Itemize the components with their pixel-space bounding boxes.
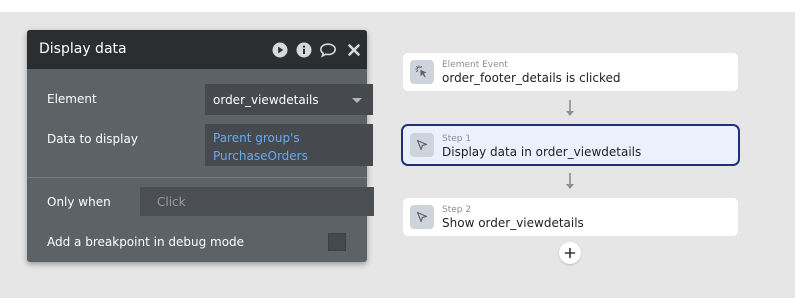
- comment-icon[interactable]: [319, 41, 337, 59]
- plus-icon: [564, 247, 576, 259]
- breakpoint-checkbox[interactable]: [328, 233, 346, 251]
- step-2-text: Show order_viewdetails: [442, 216, 584, 230]
- only-when-input[interactable]: Click: [140, 187, 374, 216]
- step-1-text: Display data in order_viewdetails: [442, 145, 642, 159]
- data-to-display-label: Data to display: [47, 132, 138, 146]
- only-when-placeholder: Click: [157, 195, 186, 209]
- arrow-down-icon: [566, 100, 574, 116]
- step-1-card[interactable]: Step 1 Display data in order_viewdetails: [401, 124, 740, 166]
- breakpoint-label: Add a breakpoint in debug mode: [47, 235, 245, 249]
- element-dropdown[interactable]: order_viewdetails: [205, 84, 373, 115]
- step-1-kind: Step 1: [442, 134, 472, 144]
- event-card[interactable]: Element Event order_footer_details is cl…: [403, 53, 738, 91]
- click-icon: [410, 60, 434, 84]
- chevron-down-icon: [352, 98, 362, 103]
- element-dropdown-value: order_viewdetails: [213, 93, 319, 107]
- cursor-icon: [410, 133, 434, 157]
- divider: [27, 177, 367, 178]
- panel-title: Display data: [39, 41, 127, 57]
- play-icon[interactable]: [271, 41, 289, 59]
- event-kind: Element Event: [442, 60, 508, 70]
- cursor-icon: [410, 205, 434, 229]
- data-to-display-expression[interactable]: Parent group's PurchaseOrders: [205, 124, 373, 166]
- close-icon[interactable]: [345, 41, 363, 59]
- only-when-label: Only when: [47, 195, 111, 209]
- property-editor-panel: Display data Element order_viewdetails D…: [27, 30, 374, 262]
- top-bar: [0, 0, 795, 12]
- expression-line-1[interactable]: Parent group's: [213, 129, 373, 147]
- expression-line-2[interactable]: PurchaseOrders: [213, 147, 373, 165]
- step-2-card[interactable]: Step 2 Show order_viewdetails: [403, 198, 738, 236]
- add-step-button[interactable]: [559, 242, 581, 264]
- panel-header: Display data: [27, 30, 367, 69]
- arrow-down-icon: [566, 173, 574, 189]
- step-2-kind: Step 2: [442, 205, 472, 215]
- info-icon[interactable]: [295, 41, 313, 59]
- event-text: order_footer_details is clicked: [442, 71, 621, 85]
- element-label: Element: [47, 92, 97, 106]
